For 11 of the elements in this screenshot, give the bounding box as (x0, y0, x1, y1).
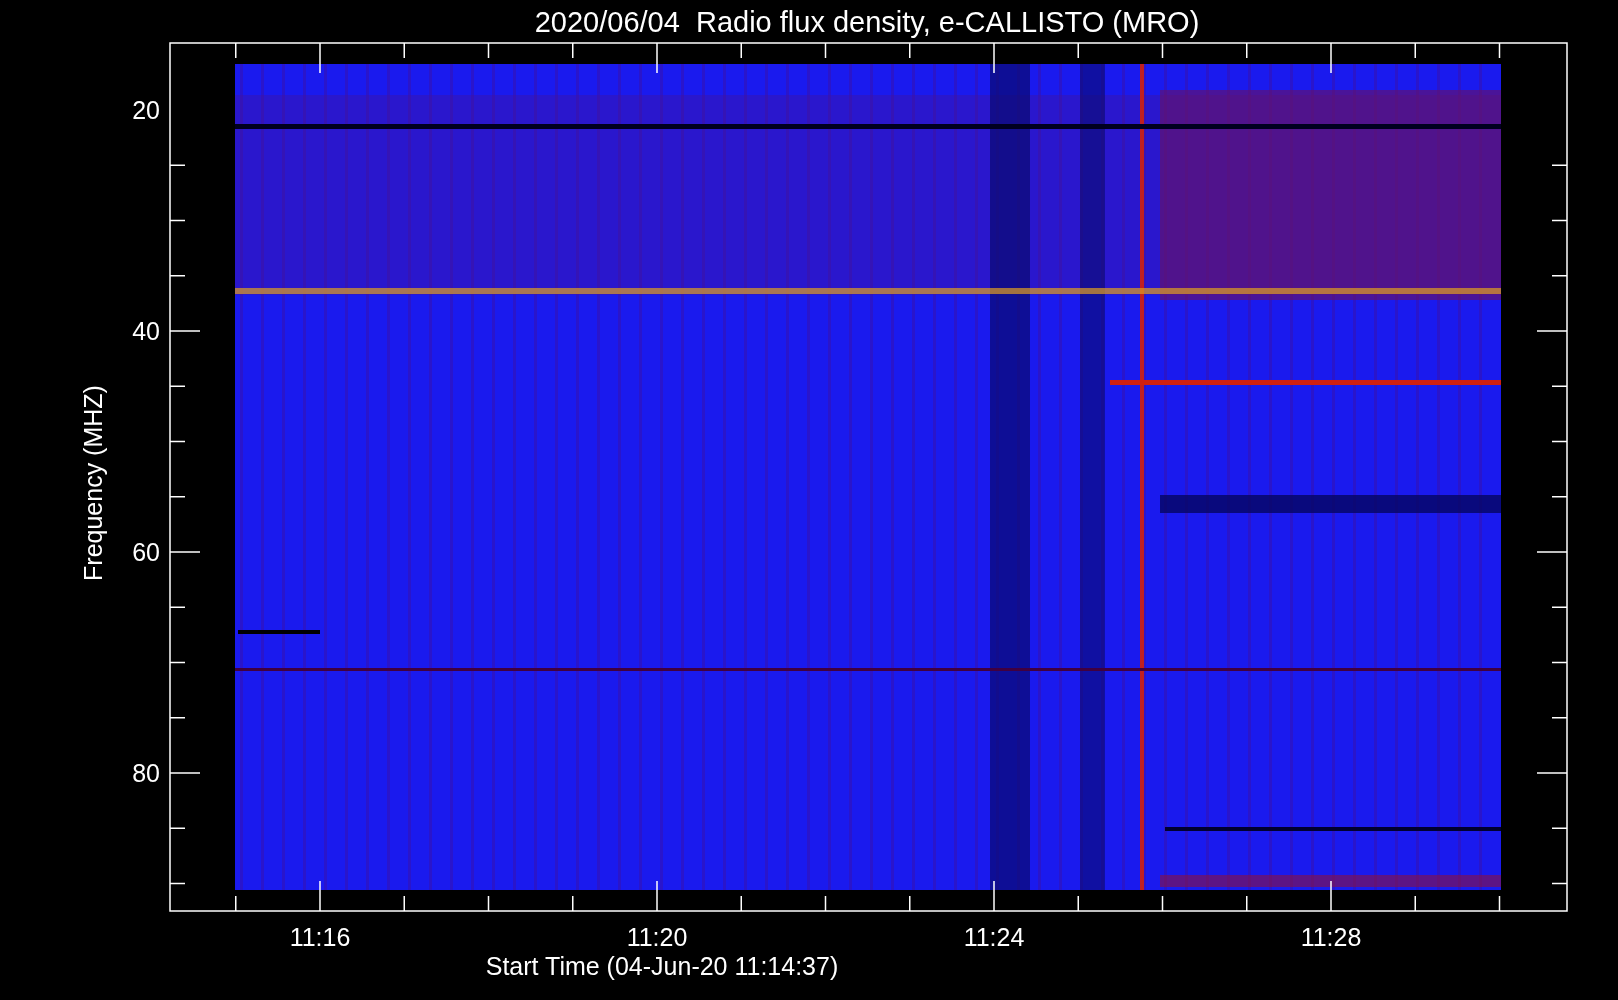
y-tick-label: 80 (132, 759, 160, 787)
x-tick-label: 11:24 (963, 923, 1025, 951)
y-axis-label: Frequency (MHZ) (79, 385, 107, 581)
x-tick-label: 11:28 (1300, 923, 1362, 951)
x-tick-label: 11:16 (289, 923, 351, 951)
y-tick-label: 60 (132, 538, 160, 566)
x-tick-label: 11:20 (626, 923, 688, 951)
y-tick-label: 20 (132, 96, 160, 124)
chart-title: 2020/06/04 Radio flux density, e-CALLISTO (MRO) (534, 6, 1200, 38)
x-axis-label: Start Time (04-Jun-20 11:14:37) (485, 952, 839, 980)
y-tick-label: 40 (132, 317, 160, 345)
